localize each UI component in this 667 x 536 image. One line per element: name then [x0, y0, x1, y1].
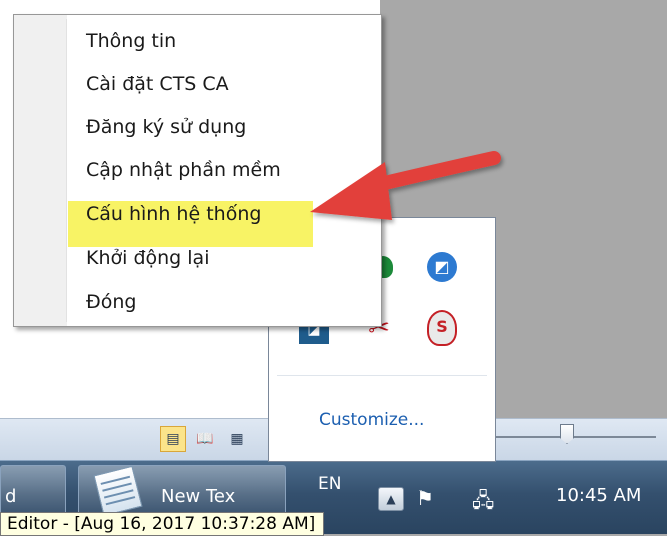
menu-item-cap-nhat-phan-mem[interactable]: Cập nhật phần mềm: [86, 150, 281, 190]
menu-item-cai-dat-cts-ca[interactable]: Cài đặt CTS CA: [86, 64, 229, 104]
menu-item-khoi-dong-lai[interactable]: Khởi động lại: [86, 238, 209, 278]
flag-icon[interactable]: ⚑: [416, 486, 434, 510]
taskbar-button-1-label: d: [5, 486, 17, 507]
language-indicator[interactable]: EN: [318, 474, 341, 494]
reading-view-icon[interactable]: 📖: [192, 426, 218, 452]
taskbar-tooltip: Editor - [Aug 16, 2017 10:37:28 AM]: [0, 512, 325, 536]
normal-view-icon[interactable]: ▤: [160, 426, 186, 452]
menu-icon-gutter: [14, 15, 66, 326]
tray-separator: [277, 375, 487, 376]
zoom-slider-track[interactable]: [496, 436, 656, 438]
view-mode-buttons: ▤ 📖 ▦: [160, 424, 250, 454]
taskbar-clock[interactable]: 10:45 AM: [556, 485, 641, 506]
taskbar-button-notepad-label: New Tex: [161, 486, 236, 507]
taskbar-button-1[interactable]: d: [0, 465, 66, 517]
network-icon[interactable]: 🖧: [472, 486, 494, 520]
s-badge-icon[interactable]: S: [427, 310, 457, 346]
blue-chat-icon[interactable]: ◩: [427, 252, 457, 282]
tray-context-menu: Thông tin Cài đặt CTS CA Đăng ký sử dụng…: [13, 14, 382, 327]
show-hidden-icons-button[interactable]: ▲: [378, 487, 404, 511]
customize-link[interactable]: Customize...: [319, 410, 424, 430]
web-view-icon[interactable]: ▦: [224, 426, 250, 452]
menu-item-dang-ky-su-dung[interactable]: Đăng ký sử dụng: [86, 107, 246, 147]
menu-item-dong[interactable]: Đóng: [86, 282, 136, 322]
menu-gutter-separator: [66, 19, 67, 322]
menu-item-thong-tin[interactable]: Thông tin: [86, 21, 176, 61]
menu-item-cau-hinh-he-thong[interactable]: Cấu hình hệ thống: [86, 194, 261, 234]
